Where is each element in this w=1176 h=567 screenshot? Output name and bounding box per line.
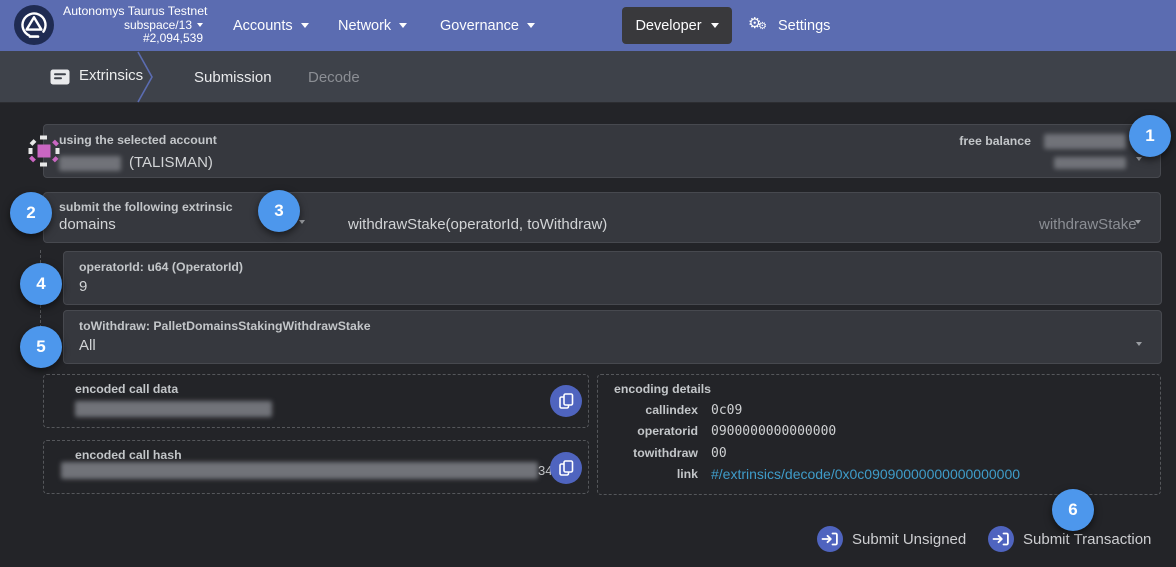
chevron-down-icon <box>399 23 407 28</box>
param-to-withdraw[interactable]: toWithdraw: PalletDomainsStakingWithdraw… <box>63 310 1162 364</box>
nav-settings[interactable]: ⚙⚙ Settings <box>748 0 830 51</box>
section-title: Extrinsics <box>79 67 143 84</box>
param-operator-id: operatorId: u64 (OperatorId) 9 <box>63 251 1162 305</box>
annotation-4: 4 <box>20 263 62 305</box>
encoded-call-hash-label: encoded call hash <box>75 448 182 462</box>
copy-call-hash-button[interactable] <box>550 452 582 484</box>
towithdraw-value: 00 <box>711 446 727 461</box>
encoded-call-data-label: encoded call data <box>75 382 178 396</box>
to-withdraw-chevron-icon[interactable] <box>1136 342 1142 346</box>
gear-icon: ⚙⚙ <box>748 15 770 37</box>
redacted-account-name <box>59 156 121 171</box>
callindex-key: callindex <box>598 403 698 417</box>
nav-developer-active[interactable]: Developer <box>622 7 732 44</box>
chevron-down-icon <box>197 23 203 27</box>
chain-brand[interactable]: Autonomys Taurus Testnet subspace/13 #2,… <box>63 5 203 46</box>
top-nav-bar: Autonomys Taurus Testnet subspace/13 #2,… <box>0 0 1176 51</box>
encoded-call-hash-box: encoded call hash 34 <box>43 440 589 494</box>
submit-unsigned-label: Submit Unsigned <box>852 531 966 548</box>
nav-governance[interactable]: Governance <box>440 0 535 51</box>
nav-network[interactable]: Network <box>338 0 407 51</box>
copy-call-data-button[interactable] <box>550 385 582 417</box>
encoding-details-box: encoding details callindex 0c09 operator… <box>597 374 1161 495</box>
submit-unsigned-button[interactable]: Submit Unsigned <box>817 525 966 553</box>
extrinsics-icon <box>50 67 70 87</box>
method-select-chevron-icon[interactable] <box>1135 220 1141 224</box>
extrinsic-label: submit the following extrinsic <box>59 200 233 214</box>
annotation-2: 2 <box>10 192 52 234</box>
account-suffix: (TALISMAN) <box>129 154 213 171</box>
method-signature[interactable]: withdrawStake(operatorId, toWithdraw) <box>348 216 607 233</box>
extrinsics-page: Autonomys Taurus Testnet subspace/13 #2,… <box>0 0 1176 567</box>
encoding-details-title: encoding details <box>614 382 711 396</box>
annotation-3: 3 <box>258 190 300 232</box>
operatorid-value: 0900000000000000 <box>711 424 836 439</box>
redacted-balance-detail <box>1054 157 1126 169</box>
chevron-down-icon <box>527 23 535 28</box>
account-label: using the selected account <box>59 133 217 147</box>
chain-spec: subspace/13 <box>124 19 192 33</box>
annotation-5: 5 <box>20 326 62 368</box>
annotation-1: 1 <box>1129 115 1171 157</box>
copy-icon <box>559 460 574 476</box>
towithdraw-key: towithdraw <box>598 446 698 460</box>
annotation-6: 6 <box>1052 489 1094 531</box>
balance-expander-icon[interactable] <box>1136 157 1142 161</box>
breadcrumb-chevron <box>136 51 156 103</box>
decode-link[interactable]: #/extrinsics/decode/0x0c0909000000000000… <box>711 466 1020 482</box>
block-number: #2,094,539 <box>63 32 203 46</box>
pallet-select-chevron-icon[interactable] <box>299 220 305 224</box>
operatorid-key: operatorid <box>598 424 698 438</box>
chevron-down-icon <box>711 23 719 28</box>
sign-in-icon <box>988 526 1014 552</box>
tab-decode[interactable]: Decode <box>308 51 360 103</box>
redacted-call-data <box>75 401 272 417</box>
redacted-balance-value <box>1044 134 1126 149</box>
encoded-call-data-box: encoded call data <box>43 374 589 428</box>
link-key: link <box>598 467 698 481</box>
free-balance-label: free balance <box>913 134 1031 148</box>
copy-icon <box>559 393 574 409</box>
tab-bar: Extrinsics Submission Decode <box>0 51 1176 103</box>
to-withdraw-select[interactable]: All <box>79 337 96 354</box>
method-select[interactable]: withdrawStake <box>1039 216 1137 233</box>
chevron-down-icon <box>301 23 309 28</box>
param-operator-id-label: operatorId: u64 (OperatorId) <box>79 260 243 274</box>
redacted-call-hash <box>61 462 538 479</box>
callindex-value: 0c09 <box>711 403 742 418</box>
submit-transaction-label: Submit Transaction <box>1023 531 1151 548</box>
nav-accounts[interactable]: Accounts <box>233 0 309 51</box>
account-identicon <box>26 133 62 169</box>
tab-submission[interactable]: Submission <box>194 51 272 103</box>
operator-id-input[interactable]: 9 <box>79 278 87 295</box>
param-to-withdraw-label: toWithdraw: PalletDomainsStakingWithdraw… <box>79 319 371 333</box>
sign-in-icon <box>817 526 843 552</box>
pallet-select[interactable]: domains <box>59 216 116 233</box>
account-selector-row[interactable]: using the selected account (TALISMAN) fr… <box>43 124 1161 178</box>
autonomys-logo-icon[interactable] <box>14 5 54 45</box>
chain-name: Autonomys Taurus Testnet <box>63 5 203 19</box>
extrinsic-selector-row: submit the following extrinsic domains w… <box>43 192 1161 243</box>
